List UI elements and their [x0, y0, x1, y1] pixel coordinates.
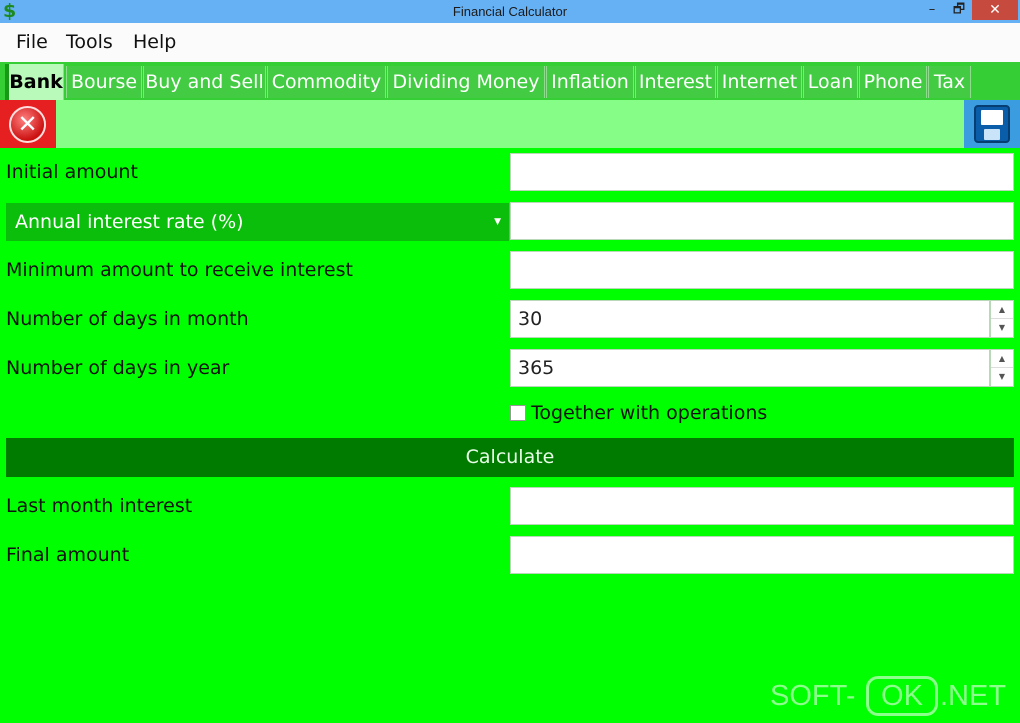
- close-icon: ✕: [9, 106, 46, 143]
- minimize-icon[interactable]: –: [918, 0, 946, 20]
- tab-loan[interactable]: Loan: [803, 66, 858, 98]
- initial-amount-label: Initial amount: [6, 161, 138, 183]
- toolbar: ✕: [0, 100, 1020, 148]
- tab-internet[interactable]: Internet: [717, 66, 802, 98]
- tab-bank[interactable]: Bank: [5, 64, 64, 100]
- days-in-month-input[interactable]: [510, 300, 990, 338]
- last-month-interest-label: Last month interest: [6, 495, 193, 517]
- tab-commodity[interactable]: Commodity: [267, 66, 386, 98]
- final-amount-output[interactable]: [510, 536, 1014, 574]
- spin-up-icon[interactable]: ▲: [991, 301, 1013, 319]
- days-in-month-label: Number of days in month: [6, 308, 249, 330]
- window-title: Financial Calculator: [452, 4, 568, 19]
- watermark-boxed: OK: [866, 676, 938, 716]
- floppy-disk-icon: [974, 105, 1010, 143]
- minimum-amount-label: Minimum amount to receive interest: [6, 259, 353, 281]
- spin-up-icon[interactable]: ▲: [991, 350, 1013, 368]
- tab-inflation[interactable]: Inflation: [546, 66, 634, 98]
- interest-rate-dropdown[interactable]: Annual interest rate (%) ▼: [6, 203, 509, 241]
- tab-buy-and-sell[interactable]: Buy and Sell: [143, 66, 266, 98]
- watermark-suffix: .NET: [940, 680, 1007, 712]
- watermark-prefix: SOFT-: [770, 680, 856, 712]
- menu-help[interactable]: Help: [133, 23, 176, 62]
- interest-rate-dropdown-value: Annual interest rate (%): [15, 211, 244, 233]
- floppy-shutter: [984, 129, 1000, 140]
- annual-interest-rate-input[interactable]: [510, 202, 1014, 240]
- days-in-year-input[interactable]: [510, 349, 990, 387]
- tab-dividing-money[interactable]: Dividing Money: [387, 66, 545, 98]
- initial-amount-input[interactable]: [510, 153, 1014, 191]
- tab-strip: Bank Bourse Buy and Sell Commodity Divid…: [0, 62, 1020, 100]
- last-month-interest-output[interactable]: [510, 487, 1014, 525]
- close-tab-button[interactable]: ✕: [0, 100, 56, 148]
- menu-bar: File Tools Help: [0, 23, 1020, 62]
- minimum-amount-input[interactable]: [510, 251, 1014, 289]
- days-in-month-stepper: ▲ ▼: [990, 300, 1014, 338]
- chevron-down-icon: ▼: [494, 217, 501, 227]
- final-amount-label: Final amount: [6, 544, 130, 566]
- window-close-icon[interactable]: ✕: [972, 0, 1018, 20]
- tab-interest[interactable]: Interest: [635, 66, 716, 98]
- floppy-label: [981, 110, 1003, 125]
- tab-tax[interactable]: Tax: [928, 66, 971, 98]
- together-with-operations-checkbox[interactable]: [510, 405, 526, 421]
- menu-file[interactable]: File: [16, 23, 48, 62]
- tab-bourse[interactable]: Bourse: [66, 66, 142, 98]
- title-bar: $ Financial Calculator – 🗗 ✕: [0, 0, 1020, 23]
- days-in-year-label: Number of days in year: [6, 357, 230, 379]
- together-with-operations-label[interactable]: Together with operations: [531, 401, 767, 425]
- menu-tools[interactable]: Tools: [66, 23, 113, 62]
- spin-down-icon[interactable]: ▼: [991, 368, 1013, 386]
- spin-down-icon[interactable]: ▼: [991, 319, 1013, 337]
- calculate-button[interactable]: Calculate: [6, 438, 1014, 477]
- days-in-year-stepper: ▲ ▼: [990, 349, 1014, 387]
- tab-phone[interactable]: Phone: [859, 66, 927, 98]
- restore-icon[interactable]: 🗗: [946, 0, 972, 20]
- save-button[interactable]: [964, 100, 1020, 148]
